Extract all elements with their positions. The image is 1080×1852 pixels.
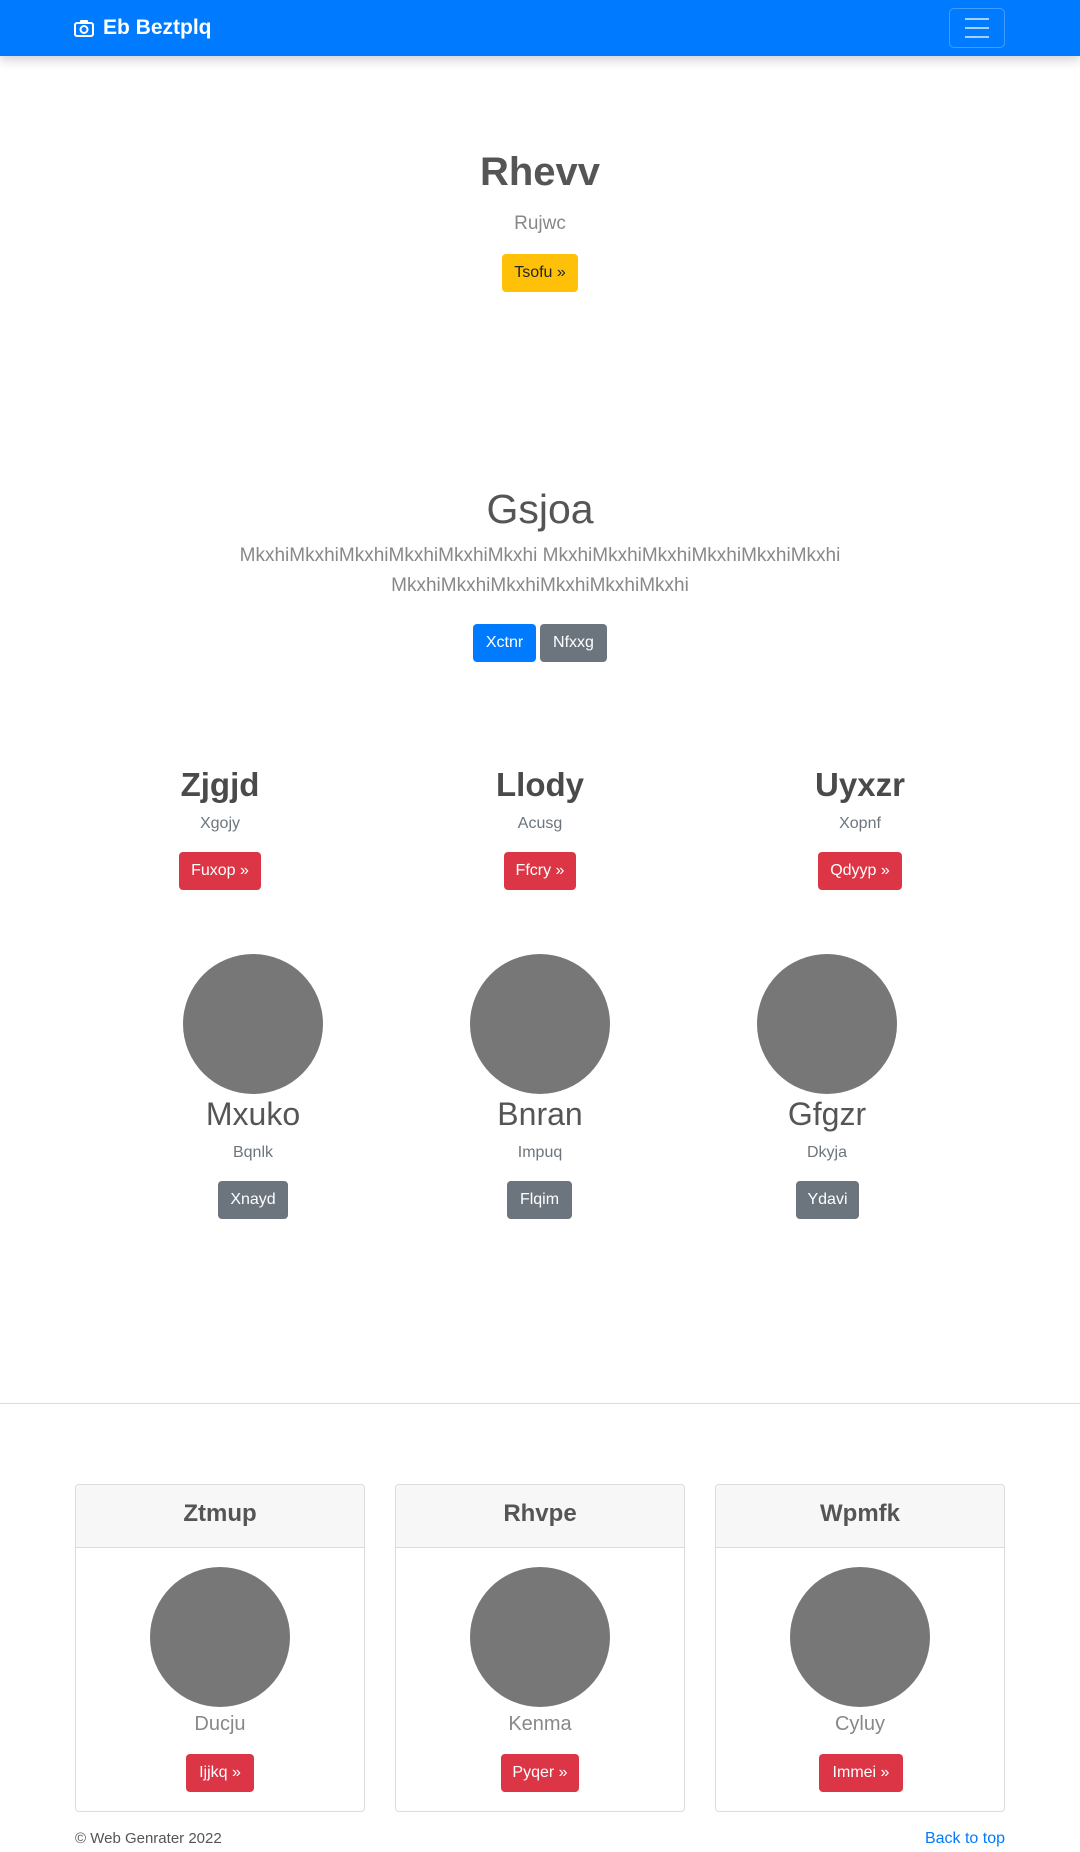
- column-title: Uyxzr: [815, 766, 905, 803]
- profile-title: Bnran: [497, 1096, 583, 1132]
- camera-icon: [74, 20, 94, 37]
- profile-subtitle: Impuq: [517, 1144, 563, 1161]
- primary-button[interactable]: Xctnr: [473, 624, 536, 662]
- card-header: Rhvpe: [396, 1485, 684, 1548]
- profile-button[interactable]: Flqim: [507, 1181, 572, 1219]
- brand-name: Eb Beztplq: [103, 16, 212, 39]
- card-text: Kenma: [508, 1713, 572, 1735]
- hamburger-icon: [965, 18, 989, 20]
- card: Rhvpe Kenma Pyqer »: [395, 1484, 685, 1812]
- profile-button[interactable]: Ydavi: [796, 1181, 859, 1219]
- section-lead-line1: MkxhiMkxhiMkxhiMkxhiMkxhiMkxhi MkxhiMkxh…: [239, 545, 841, 566]
- profile-title: Mxuko: [205, 1096, 301, 1132]
- column-button[interactable]: Fuxop »: [179, 852, 261, 890]
- hero-title: Rhevv: [479, 150, 601, 194]
- card-text: Ducju: [194, 1713, 246, 1735]
- card-text: Cyluy: [834, 1713, 885, 1735]
- card-header: Ztmup: [76, 1485, 364, 1548]
- footer-copyright: © Web Genrater 2022: [75, 1830, 222, 1847]
- hero-subtitle: Rujwc: [514, 213, 566, 234]
- menu-toggle-button[interactable]: [949, 8, 1005, 48]
- profile-title: Gfgzr: [787, 1096, 867, 1132]
- brand-link[interactable]: Eb Beztplq: [74, 16, 212, 40]
- navbar: Eb Beztplq: [0, 0, 1080, 56]
- card-image-placeholder: [150, 1567, 290, 1707]
- section-lead-line2: MkxhiMkxhiMkxhiMkxhiMkxhiMkxhi: [391, 575, 689, 596]
- column-subtitle: Acusg: [517, 815, 563, 832]
- section-title: Gsjoa: [486, 486, 594, 532]
- column-button[interactable]: Qdyyp »: [818, 852, 902, 890]
- card: Wpmfk Cyluy Immei »: [715, 1484, 1005, 1812]
- secondary-button[interactable]: Nfxxg: [540, 624, 607, 662]
- card-image-placeholder: [790, 1567, 930, 1707]
- card: Ztmup Ducju Ijjkq »: [75, 1484, 365, 1812]
- profile-image-placeholder: [470, 954, 610, 1094]
- card-image-placeholder: [470, 1567, 610, 1707]
- profile-subtitle: Bqnlk: [232, 1144, 274, 1161]
- column-title: Llody: [496, 766, 584, 803]
- column-subtitle: Xopnf: [839, 815, 881, 832]
- card-button[interactable]: Ijjkq »: [186, 1754, 254, 1792]
- profile-image-placeholder: [757, 954, 897, 1094]
- column-title: Zjgjd: [180, 766, 260, 803]
- profile-subtitle: Dkyja: [806, 1144, 847, 1161]
- card-button[interactable]: Immei »: [819, 1754, 903, 1792]
- card-header: Wpmfk: [716, 1485, 1004, 1548]
- column-subtitle: Xgojy: [199, 815, 241, 832]
- profile-image-placeholder: [183, 954, 323, 1094]
- profile-button[interactable]: Xnayd: [218, 1181, 288, 1219]
- card-button[interactable]: Pyqer »: [501, 1754, 579, 1792]
- divider: [0, 1403, 1080, 1404]
- section-lead: MkxhiMkxhiMkxhiMkxhiMkxhiMkxhi MkxhiMkxh…: [0, 541, 1080, 601]
- back-to-top-link[interactable]: Back to top: [925, 1830, 1005, 1848]
- hero-button[interactable]: Tsofu »: [502, 254, 578, 292]
- column-button[interactable]: Ffcry »: [504, 852, 576, 890]
